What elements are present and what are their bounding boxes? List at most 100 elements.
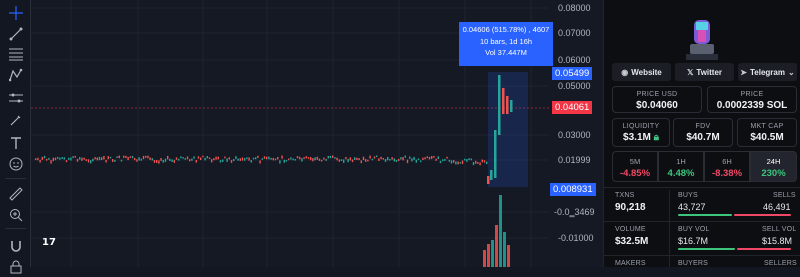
toolbar-divider bbox=[5, 178, 26, 179]
candle bbox=[472, 162, 475, 166]
buys-value: 43,727 bbox=[678, 202, 706, 212]
candle bbox=[266, 156, 268, 160]
candle bbox=[490, 170, 493, 180]
chevron-down-icon: ⌄ bbox=[787, 67, 795, 77]
sells-value: 46,491 bbox=[763, 202, 791, 212]
candle bbox=[213, 158, 215, 161]
price-chart[interactable]: 0.08000 0.07000 0.06000 0.05000 0.03000 … bbox=[31, 0, 603, 267]
mkt-cap-box: MKT CAP $40.5M bbox=[737, 118, 797, 147]
candle bbox=[329, 155, 332, 159]
candle bbox=[239, 158, 241, 161]
telegram-link[interactable]: ➤ Telegram ⌄ bbox=[738, 63, 797, 81]
liquidity-box: LIQUIDITY $3.1M 🔒︎ bbox=[612, 118, 670, 147]
candle bbox=[118, 155, 120, 159]
fib-icon[interactable] bbox=[6, 44, 26, 64]
text-icon[interactable] bbox=[6, 133, 26, 153]
candle bbox=[158, 160, 160, 164]
tab-1h-value: 4.48% bbox=[667, 168, 695, 179]
candle bbox=[470, 158, 472, 161]
volume-bars bbox=[483, 195, 510, 267]
candle bbox=[362, 156, 365, 161]
twitter-link[interactable]: 𝕏 Twitter bbox=[675, 63, 734, 81]
tab-5m-label: 5M bbox=[629, 157, 641, 166]
candle bbox=[487, 176, 490, 184]
candle bbox=[57, 156, 59, 159]
sellers-label: SELLERS bbox=[764, 260, 797, 267]
sell-vol-value: $15.8M bbox=[762, 236, 793, 246]
liquidity-label: LIQUIDITY bbox=[622, 123, 660, 130]
candle bbox=[448, 159, 450, 162]
candle bbox=[175, 157, 178, 160]
candle bbox=[406, 159, 409, 164]
candle bbox=[288, 158, 290, 161]
candle bbox=[312, 158, 314, 162]
low-price-tag: 0.008931 bbox=[550, 183, 596, 196]
token-info-panel: ◉ Website 𝕏 Twitter ➤ Telegram ⌄ PRICE U… bbox=[603, 0, 800, 267]
candle bbox=[301, 158, 303, 162]
y-axis-label: 0.01999 bbox=[558, 155, 591, 165]
liquidity-row: $3.1M 🔒︎ bbox=[613, 132, 669, 143]
candle bbox=[263, 156, 266, 159]
tab-24h-label: 24H bbox=[766, 157, 781, 166]
tradingview-logo[interactable]: 17 bbox=[42, 237, 60, 249]
magnet-icon[interactable] bbox=[6, 236, 26, 256]
candle bbox=[349, 157, 351, 161]
candle bbox=[153, 159, 156, 163]
candle bbox=[453, 160, 455, 163]
candle bbox=[123, 155, 125, 158]
candle bbox=[303, 157, 305, 159]
candle bbox=[248, 157, 250, 161]
candle bbox=[226, 158, 228, 162]
candle bbox=[310, 157, 312, 161]
telegram-icon: ➤ bbox=[740, 67, 747, 77]
candle bbox=[347, 158, 349, 163]
emoji-icon[interactable] bbox=[6, 154, 26, 174]
brush-icon[interactable] bbox=[6, 110, 26, 130]
candle bbox=[255, 157, 257, 160]
website-link[interactable]: ◉ Website bbox=[612, 63, 671, 81]
section-divider bbox=[604, 255, 800, 256]
pattern-icon[interactable] bbox=[6, 65, 26, 85]
candle bbox=[39, 159, 41, 163]
tab-6h[interactable]: 6H -8.38% bbox=[704, 151, 750, 182]
crosshair-icon[interactable] bbox=[6, 3, 26, 23]
candles bbox=[35, 75, 513, 184]
candle bbox=[395, 159, 398, 162]
candle bbox=[391, 157, 393, 160]
zoom-icon[interactable] bbox=[6, 205, 26, 225]
candle bbox=[327, 156, 329, 159]
measure-icon[interactable] bbox=[6, 88, 26, 108]
candle bbox=[325, 158, 327, 161]
candle bbox=[145, 155, 147, 158]
lock-icon[interactable] bbox=[6, 257, 26, 277]
tab-24h[interactable]: 24H 230% bbox=[750, 151, 797, 182]
candle bbox=[494, 130, 497, 178]
price-sol-box: PRICE 0.0002339 SOL bbox=[707, 86, 797, 113]
ruler-icon[interactable] bbox=[6, 184, 26, 204]
y-axis-label: 0.08000 bbox=[558, 3, 591, 13]
candle bbox=[290, 157, 292, 160]
candle bbox=[52, 157, 54, 162]
tab-1h[interactable]: 1H 4.48% bbox=[658, 151, 704, 182]
sells-bar bbox=[734, 214, 791, 216]
candle bbox=[109, 156, 112, 159]
y-axis-label: 0.05000 bbox=[558, 81, 591, 91]
candle bbox=[506, 96, 509, 114]
lock-icon: 🔒︎ bbox=[653, 132, 659, 143]
price-sol-value: 0.0002339 SOL bbox=[716, 100, 788, 111]
candle bbox=[279, 160, 281, 164]
tab-5m[interactable]: 5M -4.85% bbox=[612, 151, 658, 182]
fdv-value: $40.7M bbox=[686, 132, 720, 143]
candle bbox=[318, 158, 321, 161]
candle bbox=[61, 157, 63, 159]
section-divider bbox=[604, 221, 800, 222]
social-links: ◉ Website 𝕏 Twitter ➤ Telegram ⌄ bbox=[612, 63, 797, 81]
candle bbox=[202, 155, 204, 158]
trendline-icon[interactable] bbox=[6, 24, 26, 44]
volume-bar bbox=[507, 245, 510, 267]
price-usd-box: PRICE USD $0.04060 bbox=[612, 86, 702, 113]
candle bbox=[483, 160, 486, 163]
section-divider bbox=[604, 187, 800, 188]
buyers-label: BUYERS bbox=[678, 260, 708, 267]
fdv-box: FDV $40.7M bbox=[673, 118, 733, 147]
